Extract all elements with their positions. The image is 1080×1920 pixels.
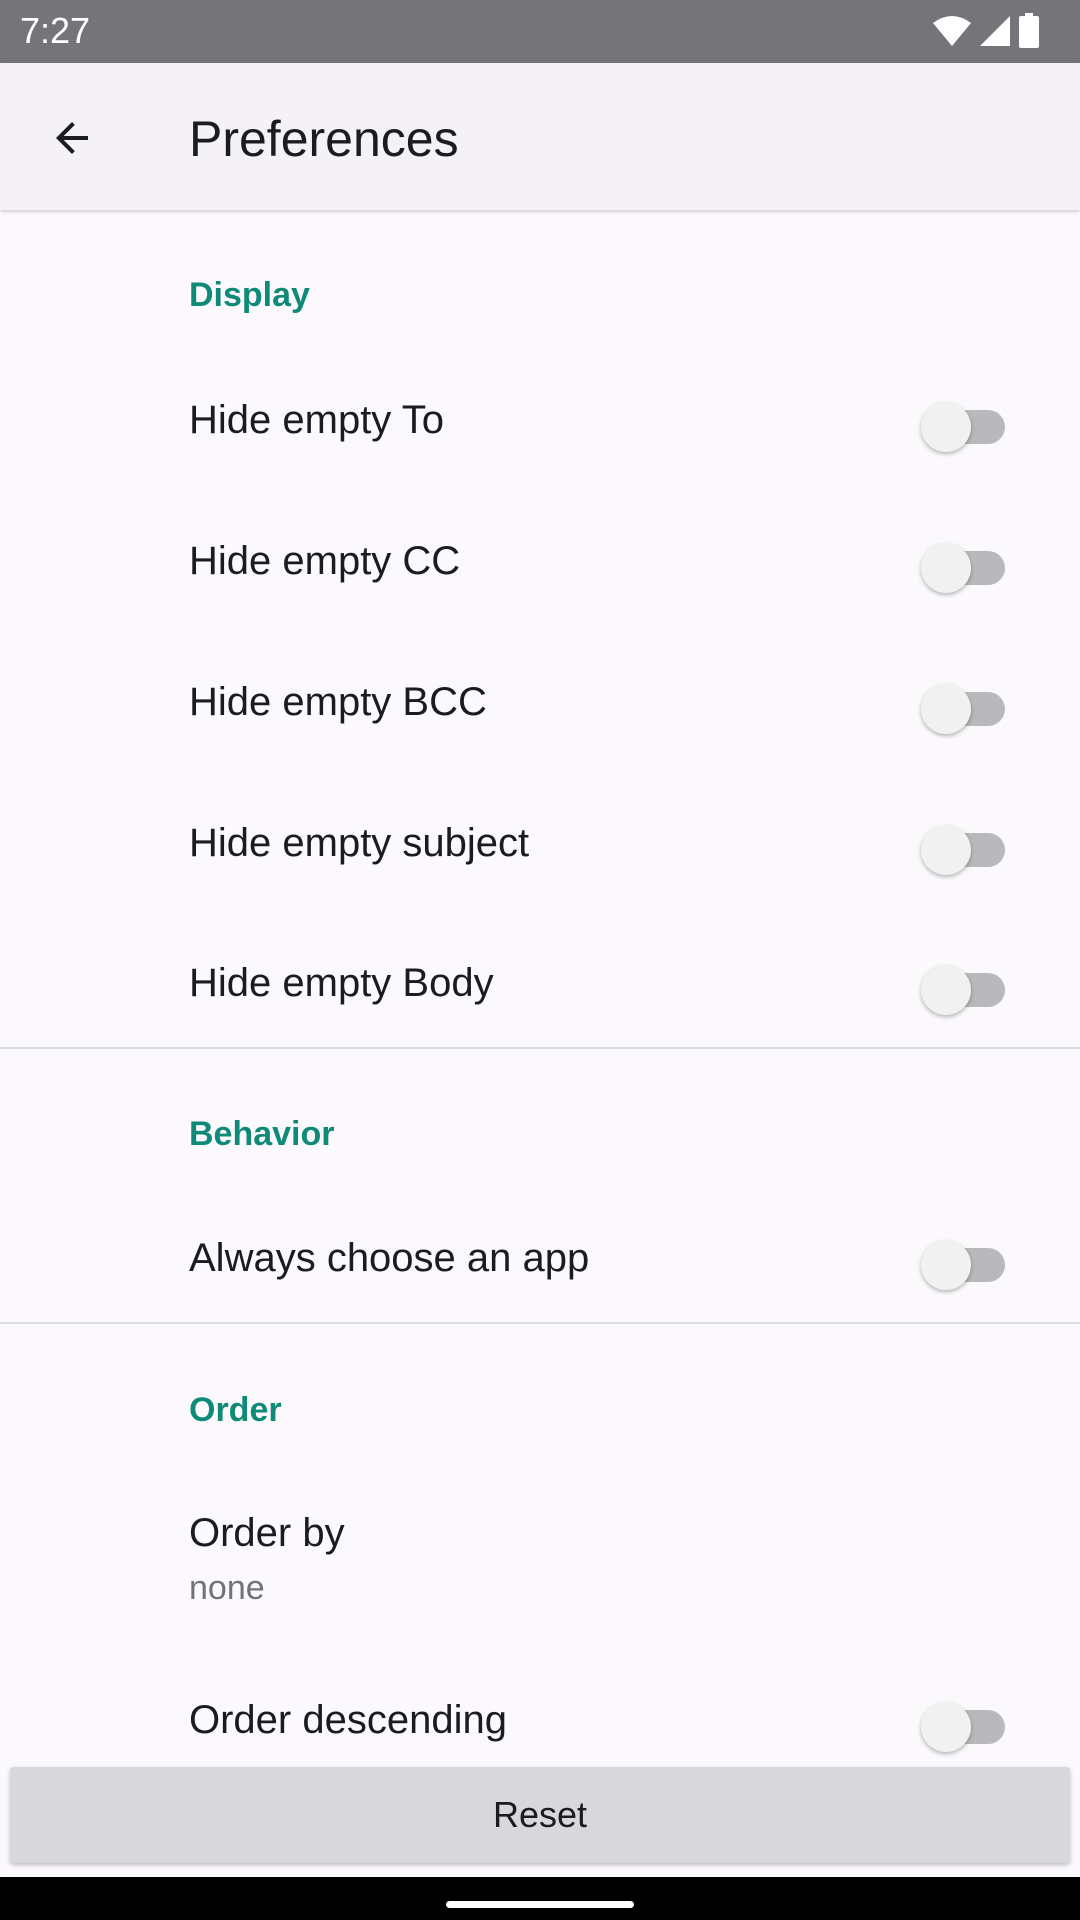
- switch-thumb: [921, 402, 971, 452]
- pref-row-hide-empty-bcc[interactable]: Hide empty BCC: [0, 632, 1080, 773]
- pref-title: Hide empty BCC: [189, 680, 487, 724]
- section-header-display: Display: [189, 276, 310, 314]
- toggle-hide-empty-bcc[interactable]: [921, 676, 1011, 734]
- switch-thumb: [921, 1702, 971, 1752]
- battery-icon: [1019, 13, 1039, 48]
- pref-row-hide-empty-body[interactable]: Hide empty Body: [0, 914, 1080, 1054]
- pref-title: Hide empty Body: [189, 961, 494, 1005]
- section-header-order: Order: [189, 1391, 282, 1429]
- pref-title: Order by: [189, 1511, 345, 1555]
- switch-thumb: [921, 965, 971, 1015]
- pref-row-always-choose-app[interactable]: Always choose an app: [0, 1189, 1080, 1329]
- app-bar: Preferences: [0, 63, 1080, 210]
- section-divider: [0, 1322, 1080, 1324]
- toggle-order-descending[interactable]: [921, 1694, 1011, 1752]
- toggle-hide-empty-subject[interactable]: [921, 817, 1011, 875]
- pref-title: Hide empty CC: [189, 539, 461, 583]
- section-header-behavior: Behavior: [189, 1115, 335, 1153]
- switch-thumb: [921, 825, 971, 875]
- back-button[interactable]: [30, 96, 114, 180]
- pref-title: Hide empty To: [189, 398, 444, 442]
- cellular-signal-icon: [980, 16, 1010, 46]
- status-icons: [926, 13, 1040, 49]
- navigation-bar: [0, 1877, 1080, 1920]
- switch-thumb: [921, 1240, 971, 1290]
- arrow-back-icon: [56, 122, 88, 154]
- toggle-hide-empty-to[interactable]: [921, 394, 1011, 452]
- page-title: Preferences: [189, 111, 459, 167]
- home-indicator[interactable]: [446, 1901, 634, 1908]
- toggle-hide-empty-body[interactable]: [921, 957, 1011, 1015]
- status-bar: 7:27: [0, 0, 1080, 63]
- toggle-always-choose-app[interactable]: [921, 1232, 1011, 1290]
- switch-thumb: [921, 684, 971, 734]
- pref-title: Always choose an app: [189, 1236, 590, 1280]
- reset-button[interactable]: Reset: [10, 1767, 1070, 1863]
- pref-row-hide-empty-to[interactable]: Hide empty To: [0, 351, 1080, 491]
- pref-row-hide-empty-cc[interactable]: Hide empty CC: [0, 491, 1080, 632]
- toggle-hide-empty-cc[interactable]: [921, 535, 1011, 593]
- pref-title: Order descending: [189, 1698, 507, 1742]
- wifi-icon: [933, 16, 971, 46]
- pref-row-order-descending[interactable]: Order descending: [0, 1645, 1080, 1775]
- status-time: 7:27: [20, 10, 91, 51]
- pref-row-hide-empty-subject[interactable]: Hide empty subject: [0, 773, 1080, 914]
- section-divider: [0, 1047, 1080, 1049]
- pref-title: Hide empty subject: [189, 821, 530, 865]
- pref-row-order-by[interactable]: Order by none: [0, 1465, 1080, 1645]
- pref-summary: none: [189, 1569, 265, 1607]
- switch-thumb: [921, 543, 971, 593]
